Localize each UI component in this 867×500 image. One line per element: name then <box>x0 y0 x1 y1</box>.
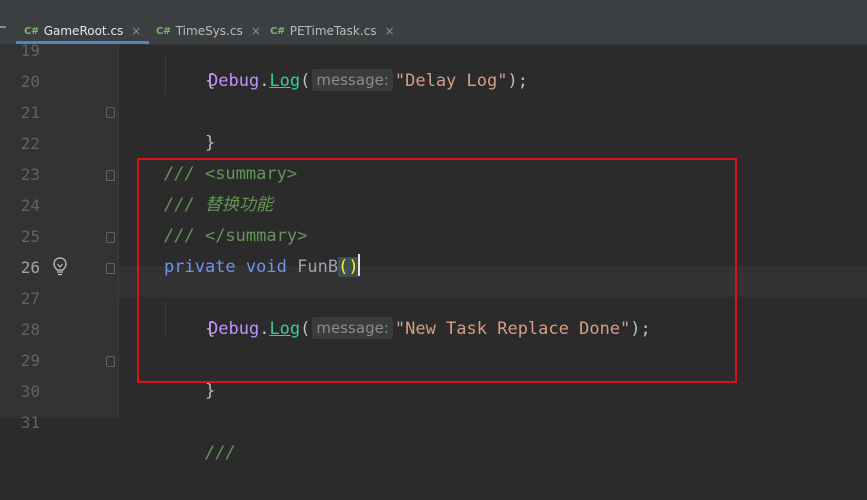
code-line-31: /// <box>164 407 236 463</box>
line-number: 28 <box>20 320 40 339</box>
fold-end-icon[interactable] <box>106 232 115 243</box>
close-icon[interactable]: × <box>251 24 261 38</box>
tab-label: PETimeTask.cs <box>289 24 377 38</box>
brace: } <box>204 381 216 401</box>
close-icon[interactable]: × <box>131 24 141 38</box>
panel-collapse-handle[interactable] <box>0 26 6 28</box>
close-icon[interactable]: × <box>384 24 394 38</box>
fold-end-icon[interactable] <box>106 107 115 118</box>
annotation-highlight-box <box>137 158 737 383</box>
code-line-21: } <box>164 97 215 153</box>
fold-start-icon[interactable] <box>106 170 115 181</box>
brace: } <box>204 133 216 153</box>
line-number: 30 <box>20 382 40 401</box>
line-number: 29 <box>20 351 40 370</box>
method-name: Log <box>269 71 301 91</box>
fold-end-icon[interactable] <box>106 356 115 367</box>
string-literal: "Delay Log" <box>394 71 508 91</box>
parameter-hint: message: <box>312 69 393 91</box>
comment-slashes: /// <box>204 443 236 463</box>
line-number: 24 <box>20 196 40 215</box>
line-number: 19 <box>20 41 40 60</box>
csharp-file-icon: C# <box>270 25 285 37</box>
line-number: 27 <box>20 289 40 308</box>
paren: ( <box>300 71 311 91</box>
line-number: 20 <box>20 72 40 91</box>
class-name: Debug <box>208 71 260 91</box>
tab-label: GameRoot.cs <box>43 24 124 38</box>
line-number: 26 <box>20 258 40 277</box>
line-number: 25 <box>20 227 40 246</box>
line-number: 22 <box>20 134 40 153</box>
line-number: 23 <box>20 165 40 184</box>
fold-start-icon[interactable] <box>106 263 115 274</box>
paren: ); <box>507 71 528 91</box>
tab-petimetask[interactable]: C# PETimeTask.cs × <box>262 18 403 44</box>
line-number: 21 <box>20 103 40 122</box>
dot: . <box>259 71 270 91</box>
line-number: 31 <box>20 413 40 432</box>
code-line-19: { <box>164 35 215 91</box>
lightbulb-icon[interactable] <box>52 257 68 277</box>
code-line-20: Debug.Log(message: "Delay Log"); <box>208 66 528 97</box>
line-number-gutter[interactable]: 19 20 21 22 23 24 25 26 27 28 29 30 31 <box>0 41 118 432</box>
editor-tab-bar: C# GameRoot.cs × C# TimeSys.cs × C# PETi… <box>0 0 867 45</box>
